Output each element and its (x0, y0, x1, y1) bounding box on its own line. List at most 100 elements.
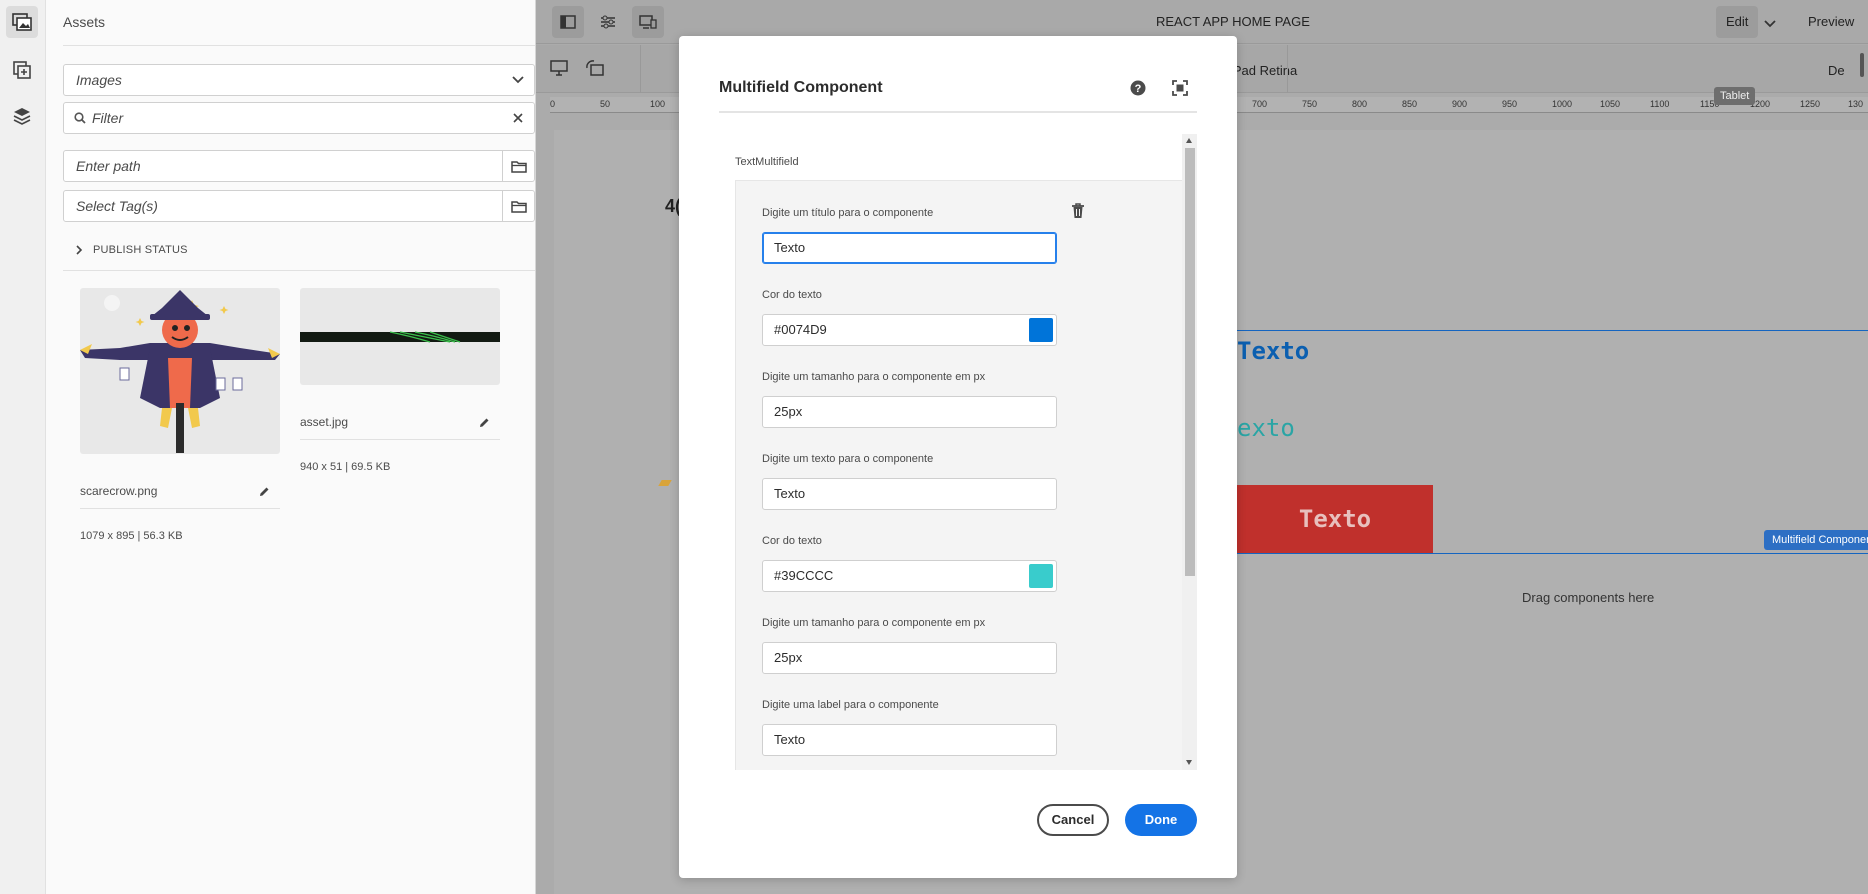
field-label: Digite um título para o componente (762, 207, 934, 219)
ruler-label: 1100 (1650, 99, 1670, 109)
preview-button[interactable]: Preview (1808, 14, 1854, 29)
multifield-dialog: Multifield Component ? TextMultifield Di… (679, 36, 1237, 878)
clear-icon[interactable] (502, 113, 534, 123)
component-outline (1237, 553, 1868, 554)
ruler-label: 850 (1402, 99, 1418, 109)
component-tag[interactable]: Multifield Component (1764, 530, 1868, 550)
asset-type-select[interactable]: Images (63, 64, 535, 96)
assets-panel: Assets Images Filter Enter path Select T… (46, 0, 536, 894)
assets-icon[interactable] (6, 6, 38, 38)
tags-placeholder: Select Tag(s) (76, 198, 158, 214)
asset-name: asset.jpg (300, 415, 349, 429)
tags-field[interactable]: Select Tag(s) (63, 190, 535, 222)
svg-text:?: ? (1135, 83, 1142, 95)
filter-input[interactable]: Filter (63, 102, 535, 134)
asset-meta: 940 x 51 | 69.5 KB (300, 461, 391, 473)
device-tooltip: Tablet (1714, 87, 1756, 105)
mode-edit-button[interactable]: Edit (1716, 6, 1759, 38)
chevron-down-icon[interactable] (1764, 16, 1776, 31)
ruler-label: 100 (650, 99, 666, 109)
ruler-label: 1250 (1800, 99, 1821, 109)
component-outline (1237, 330, 1868, 331)
done-button[interactable]: Done (1125, 804, 1197, 836)
ruler-label: 950 (1502, 99, 1518, 109)
text-color-input[interactable]: #0074D9 (762, 314, 1057, 346)
publish-status-toggle[interactable]: PUBLISH STATUS (76, 244, 188, 256)
edit-pencil-icon[interactable] (479, 417, 500, 428)
text-input[interactable]: Texto (762, 478, 1057, 510)
title-input[interactable]: Texto (762, 232, 1057, 264)
color-swatch[interactable] (1029, 318, 1053, 342)
path-placeholder: Enter path (76, 158, 141, 174)
folder-icon[interactable] (502, 151, 534, 181)
text-color-input[interactable]: #39CCCC (762, 560, 1057, 592)
ruler-label: 750 (1302, 99, 1318, 109)
cancel-button[interactable]: Cancel (1037, 804, 1109, 836)
delete-trash-icon[interactable] (1071, 203, 1085, 222)
asset-meta: 1079 x 895 | 56.3 KB (80, 530, 183, 542)
color-swatch[interactable] (1029, 564, 1053, 588)
emulator-icon[interactable] (632, 6, 664, 38)
left-rail (0, 0, 46, 894)
scroll-up-icon[interactable] (1186, 138, 1192, 143)
chevron-down-icon (502, 76, 534, 84)
asset-name: scarecrow.png (80, 484, 158, 498)
multifield-label: TextMultifield (735, 156, 799, 168)
edit-pencil-icon[interactable] (259, 486, 280, 497)
field-label: Digite um tamanho para o componente em p… (762, 617, 986, 629)
scrollbar[interactable] (1182, 134, 1197, 770)
scarecrow-thumbnail[interactable] (80, 288, 280, 454)
help-icon[interactable]: ? (1128, 78, 1148, 98)
size-input[interactable]: 25px (762, 396, 1057, 428)
ruler-label: 50 (600, 99, 611, 109)
ruler-label: 130 (1848, 99, 1864, 109)
field-label: Digite uma label para o componente (762, 699, 939, 711)
asset-jpg-thumbnail[interactable] (300, 288, 500, 385)
search-icon (64, 112, 86, 124)
canvas-body-text[interactable]: exto (1237, 414, 1295, 442)
ruler-label: 900 (1452, 99, 1468, 109)
field-label: Digite um tamanho para o componente em p… (762, 371, 986, 383)
ruler-label: 800 (1352, 99, 1368, 109)
divider (63, 45, 535, 46)
ruler-label: 700 (1252, 99, 1268, 109)
asset-type-value: Images (76, 72, 122, 88)
path-field[interactable]: Enter path (63, 150, 535, 182)
components-icon[interactable] (6, 54, 38, 86)
canvas-title-text[interactable]: Texto (1237, 337, 1309, 365)
scroll-down-icon[interactable] (1186, 760, 1192, 765)
asset-card[interactable]: scarecrow.png 1079 x 895 | 56.3 KB (80, 288, 280, 542)
divider (719, 111, 1197, 113)
fullscreen-icon[interactable] (1170, 78, 1190, 98)
dialog-content[interactable]: TextMultifield Digite um título para o c… (719, 134, 1197, 770)
field-label: Cor do texto (762, 289, 822, 301)
layers-icon[interactable] (6, 100, 38, 132)
panel-title: Assets (63, 14, 106, 30)
ruler-label: 1050 (1600, 99, 1621, 109)
folder-icon[interactable] (502, 191, 534, 221)
publish-status-label: PUBLISH STATUS (93, 244, 188, 256)
scroll-thumb[interactable] (1185, 148, 1195, 576)
properties-icon[interactable] (592, 6, 624, 38)
filter-placeholder: Filter (92, 110, 124, 126)
size-input[interactable]: 25px (762, 642, 1057, 674)
canvas-red-button[interactable]: Texto (1237, 485, 1433, 553)
drag-components-placeholder[interactable]: Drag components here (1522, 590, 1654, 605)
multifield-item: Digite um título para o componente Texto… (735, 180, 1183, 770)
device-label-right[interactable]: De (1828, 63, 1845, 78)
page-title: REACT APP HOME PAGE (1156, 14, 1310, 29)
divider (63, 270, 535, 271)
rotate-device-icon[interactable] (586, 60, 604, 79)
ruler-label: 0 (550, 99, 556, 109)
label-input[interactable]: Texto (762, 724, 1057, 756)
field-label: Cor do texto (762, 535, 822, 547)
field-label: Digite um texto para o componente (762, 453, 934, 465)
asset-card[interactable]: asset.jpg 940 x 51 | 69.5 KB (300, 288, 500, 473)
desktop-icon[interactable] (550, 60, 568, 79)
chevron-right-icon (76, 245, 83, 255)
color-value: #39CCCC (774, 568, 834, 583)
dialog-title: Multifield Component (719, 79, 883, 96)
side-panel-toggle-icon[interactable] (552, 6, 584, 38)
ruler-label: 1000 (1552, 99, 1573, 109)
color-value: #0074D9 (774, 322, 827, 337)
